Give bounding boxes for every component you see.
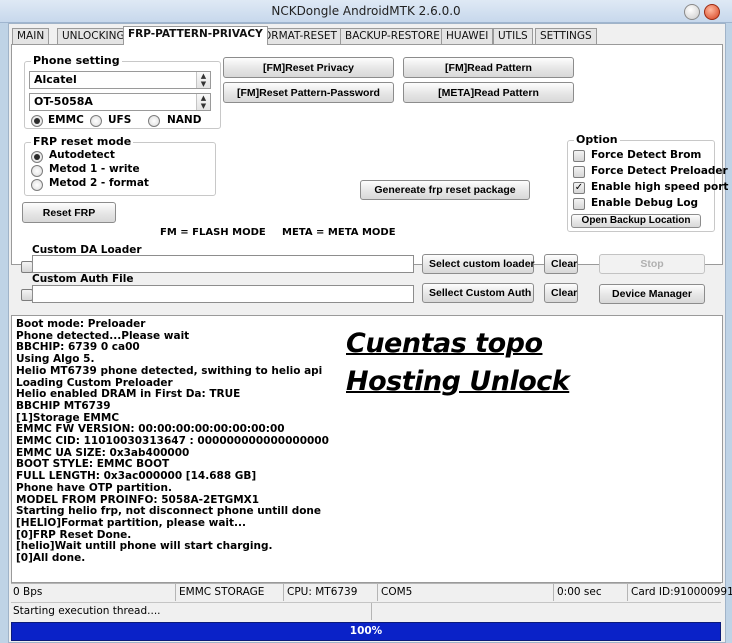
metod1-radio[interactable] [31,165,43,177]
clear-loader-button[interactable]: Clear [544,254,578,274]
fm-legend-text: FM = FLASH MODE [160,227,266,238]
debug-log-checkbox[interactable] [573,198,585,210]
log-line: Phone have OTP partition. [16,481,172,494]
overlay-text-line1: Cuentas topo [346,328,543,359]
frp-mode-legend: FRP reset mode [31,135,134,148]
overlay-text-line2: Hosting Unlock [346,366,570,397]
high-speed-checkbox[interactable]: ✓ [573,182,585,194]
status-cpu: CPU: MT6739 [285,584,378,601]
status-port: COM5 [379,584,554,601]
phone-setting-legend: Phone setting [31,54,122,67]
log-line: MODEL FROM PROINFO: 5058A-2ETGMX1 [16,493,260,506]
open-backup-button[interactable]: Open Backup Location [571,214,701,228]
tab-utils[interactable]: UTILS [493,28,533,44]
custom-auth-input[interactable] [32,285,414,303]
log-output[interactable]: Boot mode: Preloader Phone detected...Ple… [11,315,723,583]
log-line: [helio]Wait untill phone will start char… [16,540,273,553]
main-window: MAIN UNLOCKING FRP-PATTERN-PRIVACY FORMA… [8,23,732,643]
log-line: [0]FRP Reset Done. [16,528,132,541]
status-storage: EMMC STORAGE [177,584,284,601]
exec-status: Starting execution thread.... [11,603,372,620]
spinner-icon: ▲ ▼ [196,94,210,110]
log-line: EMMC UA SIZE: 0x3ab400000 [16,446,190,459]
spinner-icon: ▲ ▼ [196,72,210,88]
log-line: [HELIO]Format partition, please wait... [16,516,246,529]
force-brom-checkbox[interactable] [573,150,585,162]
status-speed: 0 Bps [11,584,176,601]
exec-bar: Starting execution thread.... [11,602,721,620]
log-line: BBCHIP: 6739 0 ca00 [16,341,140,354]
stop-button[interactable]: Stop [599,254,705,274]
autodetect-radio[interactable] [31,151,43,163]
progress-text: 100% [349,625,383,637]
meta-legend-text: META = META MODE [282,227,396,238]
metod2-label: Metod 2 - format [49,177,149,189]
select-auth-button[interactable]: Sellect Custom Auth [422,283,534,303]
high-speed-label: Enable high speed port [591,181,729,193]
minimize-button[interactable] [684,4,700,20]
tab-settings[interactable]: SETTINGS [535,28,597,44]
log-line: Loading Custom Preloader [16,376,173,389]
storage-nand-label: NAND [167,114,202,126]
storage-emmc-label: EMMC [48,114,84,126]
log-line: EMMC CID: 11010030313647 : 0000000000000… [16,435,329,447]
option-group: Option Force Detect Brom Force Detect Pr… [567,133,728,232]
tab-unlocking[interactable]: UNLOCKING [57,28,130,44]
status-time: 0:00 sec [555,584,628,601]
status-bar: 0 Bps EMMC STORAGE CPU: MT6739 COM5 0:00… [11,583,732,601]
log-line: EMMC FW VERSION: 00:00:00:00:00:00:00:00 [16,423,285,436]
force-preloader-checkbox[interactable] [573,166,585,178]
log-line: [1]Storage EMMC [16,411,120,424]
model-value: OT-5058A [34,95,93,108]
log-line: Starting helio frp, not disconnect phone… [16,505,322,518]
model-select[interactable]: OT-5058A ▲ ▼ [29,93,211,111]
read-pattern-fm-button[interactable]: [FM]Read Pattern [403,57,574,78]
storage-emmc-radio[interactable] [31,115,43,127]
custom-da-input[interactable] [32,255,414,273]
force-preloader-label: Force Detect Preloader [591,165,728,177]
tab-huawei[interactable]: HUAWEI [441,28,494,44]
debug-log-label: Enable Debug Log [591,197,699,209]
tab-backup-restore[interactable]: BACKUP-RESTORE [340,28,445,44]
tab-frp-pattern-privacy[interactable]: FRP-PATTERN-PRIVACY [123,26,268,45]
storage-nand-radio[interactable] [148,115,160,127]
log-line: Boot mode: Preloader [16,318,146,330]
generate-package-button[interactable]: Genereate frp reset package [360,180,530,200]
log-line: Phone detected...Please wait [16,329,190,342]
phone-setting-group: Phone setting Alcatel ▲ ▼ OT-5058A ▲ ▼ EMM… [24,54,221,129]
clear-auth-button[interactable]: Clear [544,283,578,303]
brand-value: Alcatel [34,73,77,86]
metod2-radio[interactable] [31,179,43,191]
tab-panel: Phone setting Alcatel ▲ ▼ OT-5058A ▲ ▼ EMM… [11,44,728,265]
log-line: BBCHIP MT6739 [16,399,111,412]
tab-main[interactable]: MAIN [12,28,50,44]
log-line: Helio enabled DRAM in First Da: TRUE [16,388,241,401]
brand-select[interactable]: Alcatel ▲ ▼ [29,71,211,89]
close-button[interactable] [704,4,720,20]
log-line: [0]All done. [16,552,86,564]
window-title: NCKDongle AndroidMTK 2.6.0.0 [271,4,461,18]
read-pattern-meta-button[interactable]: [META]Read Pattern [403,82,574,103]
reset-pattern-password-button[interactable]: [FM]Reset Pattern-Password [223,82,394,103]
device-manager-button[interactable]: Device Manager [599,284,705,304]
reset-frp-button[interactable]: Reset FRP [22,202,116,223]
custom-auth-label: Custom Auth File [32,273,134,285]
storage-ufs-radio[interactable] [90,115,102,127]
log-line: FULL LENGTH: 0x3ac000000 [14.688 GB] [16,470,257,483]
autodetect-label: Autodetect [49,149,115,161]
option-legend: Option [574,133,620,146]
reset-privacy-button[interactable]: [FM]Reset Privacy [223,57,394,78]
select-loader-button[interactable]: Select custom loader [422,254,535,274]
status-card-id: Card ID:910000991 [631,586,732,598]
title-bar: NCKDongle AndroidMTK 2.6.0.0 [0,0,732,23]
metod1-label: Metod 1 - write [49,163,140,175]
log-line: Helio MT6739 phone detected, swithing to… [16,364,323,377]
frp-mode-group: FRP reset mode Autodetect Metod 1 - writ… [24,135,216,196]
log-line: BOOT STYLE: EMMC BOOT [16,458,170,471]
progress-bar: 100% [11,622,721,641]
log-line: Using Algo 5. [16,353,95,366]
force-brom-label: Force Detect Brom [591,149,702,161]
storage-ufs-label: UFS [108,114,132,126]
